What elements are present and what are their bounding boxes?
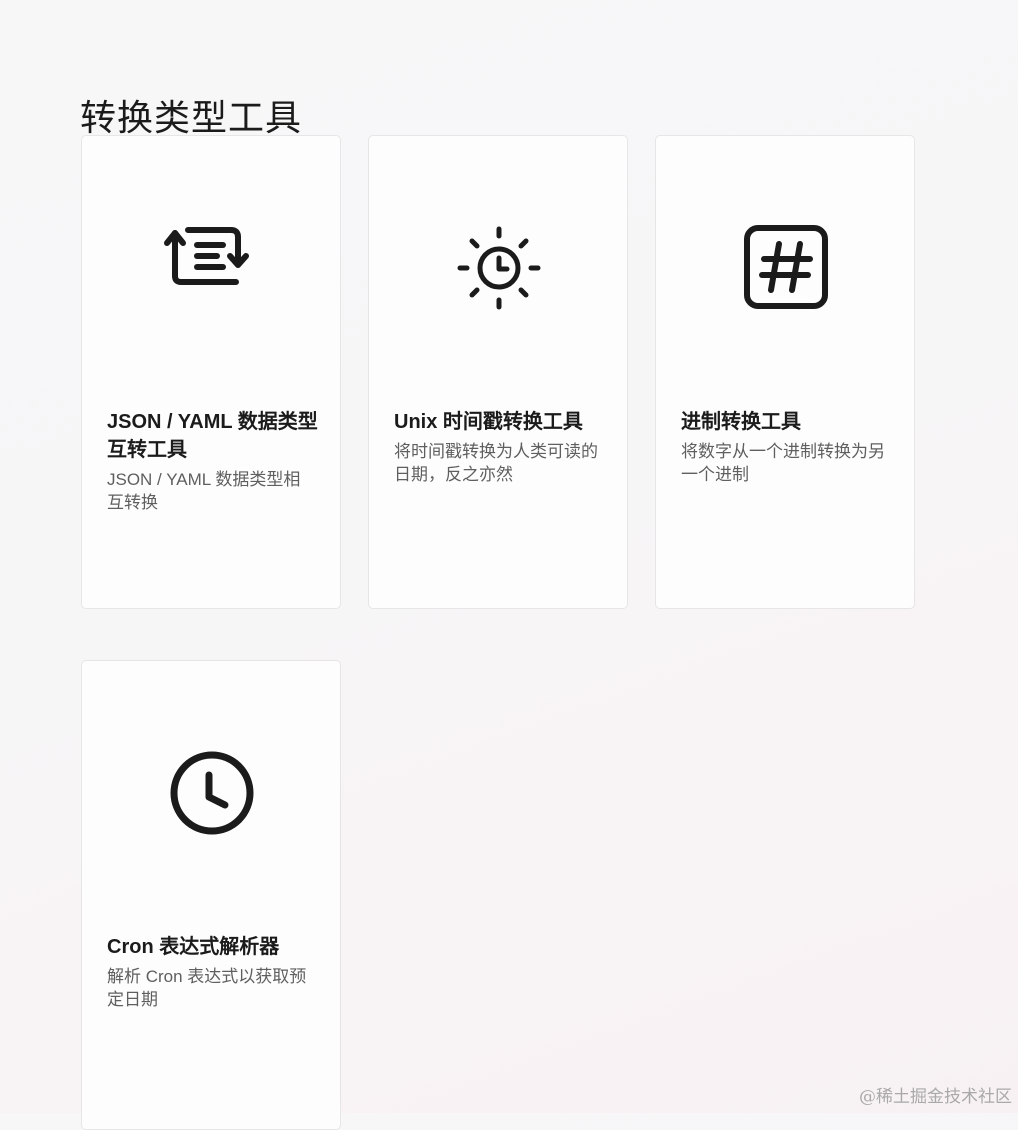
card-description: 将数字从一个进制转换为另一个进制 xyxy=(681,442,885,484)
tool-card-json-yaml[interactable]: JSON / YAML 数据类型互转工具 JSON / YAML 数据类型相互转… xyxy=(81,135,341,609)
card-title: JSON / YAML 数据类型互转工具 xyxy=(107,411,318,461)
card-title: Cron 表达式解析器 xyxy=(107,936,280,958)
card-description: 解析 Cron 表达式以获取预定日期 xyxy=(107,967,307,1009)
card-title: 进制转换工具 xyxy=(681,411,801,433)
card-description: JSON / YAML 数据类型相互转换 xyxy=(107,470,301,512)
tool-card-cron-parser[interactable]: Cron 表达式解析器 解析 Cron 表达式以获取预定日期 xyxy=(81,660,341,1130)
json-yaml-convert-icon xyxy=(162,216,262,316)
card-description: 将时间戳转换为人类可读的日期，反之亦然 xyxy=(394,442,598,484)
hash-icon xyxy=(736,216,836,316)
clock-icon xyxy=(162,741,262,841)
tool-card-unix-timestamp[interactable]: Unix 时间戳转换工具 将时间戳转换为人类可读的日期，反之亦然 xyxy=(368,135,628,609)
tool-card-base-converter[interactable]: 进制转换工具 将数字从一个进制转换为另一个进制 xyxy=(655,135,915,609)
timestamp-sun-clock-icon xyxy=(449,216,549,316)
card-title: Unix 时间戳转换工具 xyxy=(394,411,583,433)
watermark: @稀土掘金技术社区 xyxy=(859,1087,1012,1107)
